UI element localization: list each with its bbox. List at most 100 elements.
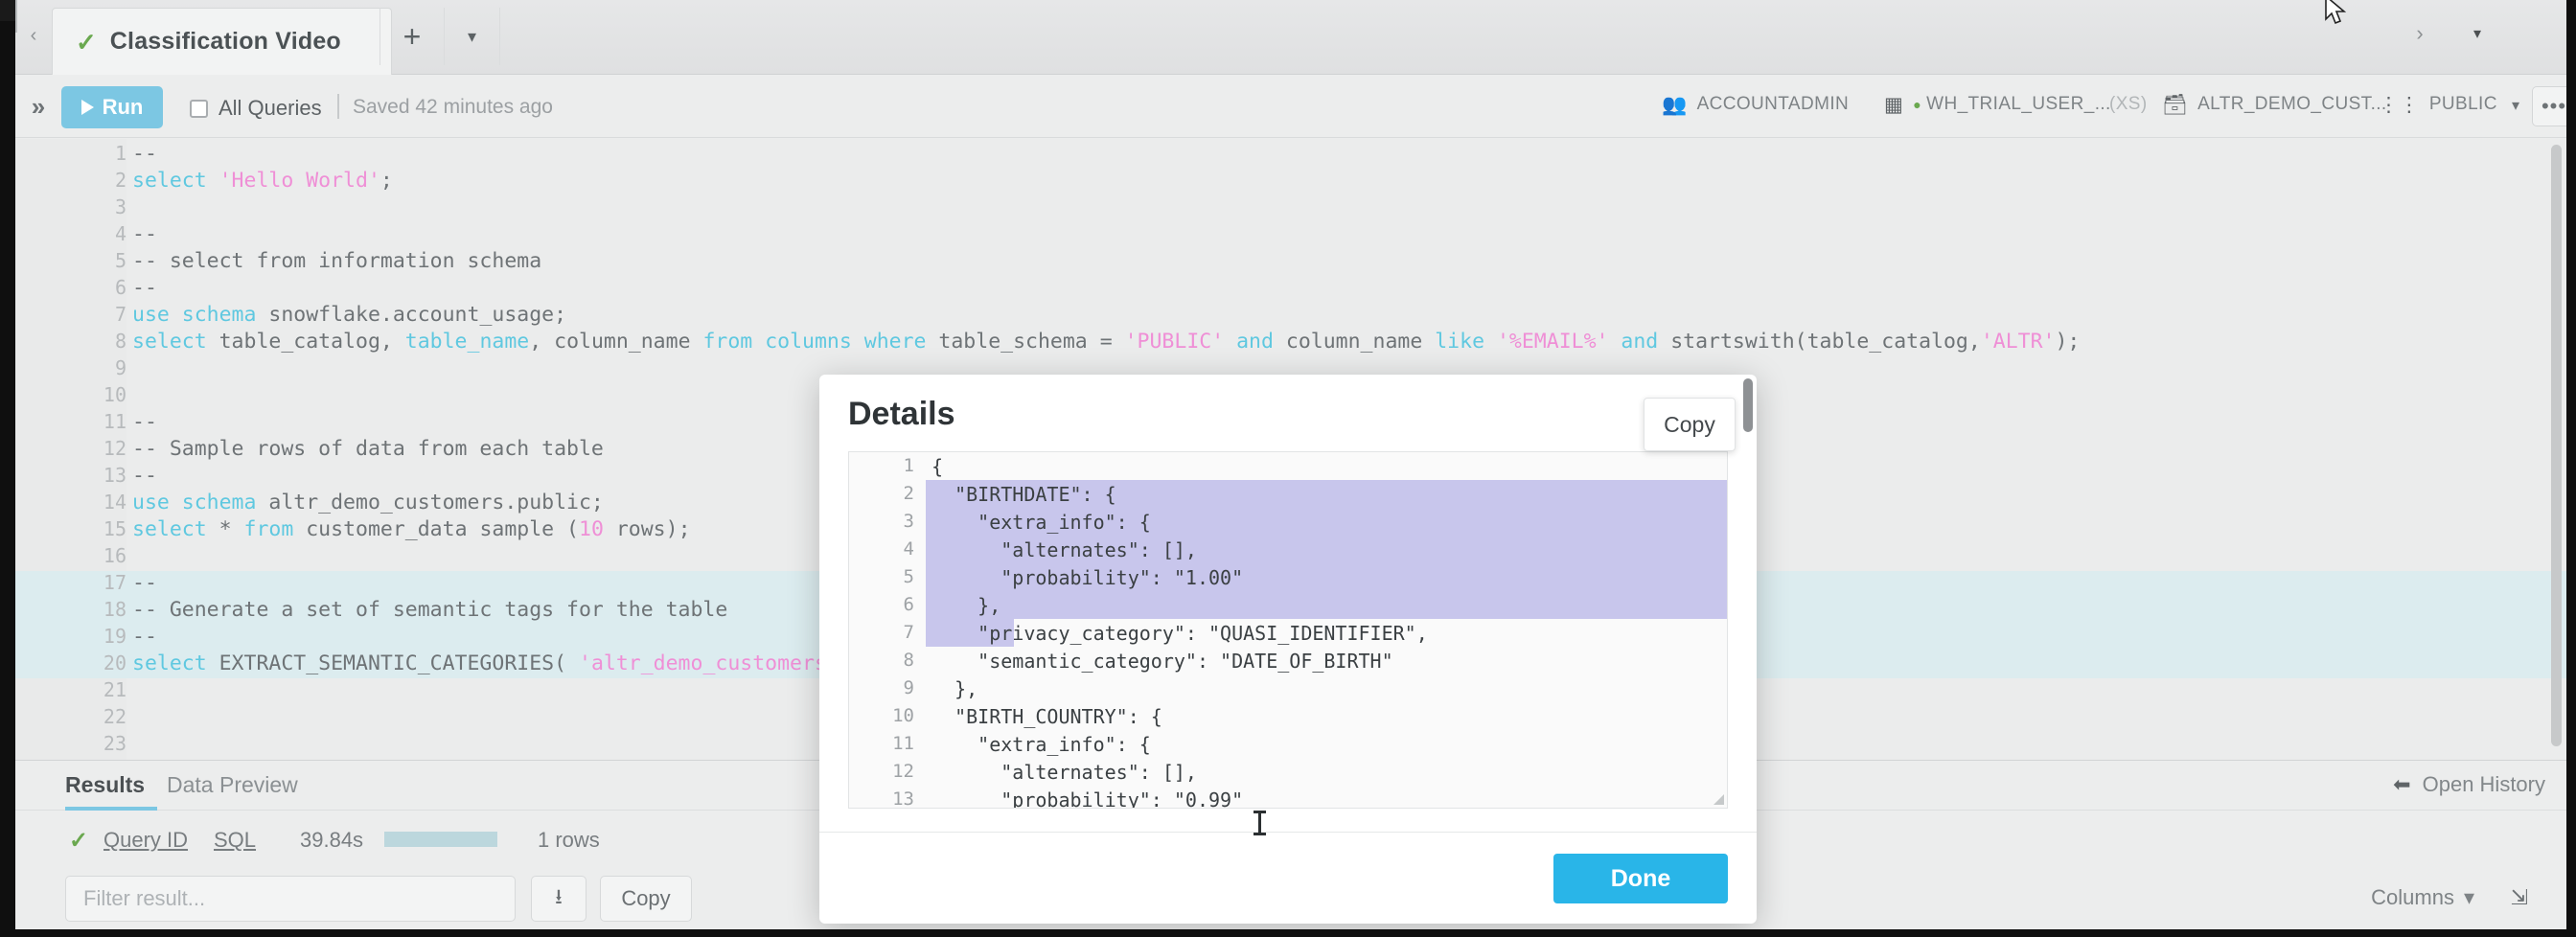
editor-line-text: -- xyxy=(132,571,157,595)
window-frame-bottom xyxy=(0,929,2576,937)
copy-results-button[interactable]: Copy xyxy=(600,876,692,922)
json-line[interactable]: 12 "alternates": [], xyxy=(849,761,1727,788)
editor-line-text: -- xyxy=(132,222,157,246)
editor-line-number: 4 xyxy=(114,222,126,245)
expand-sidebar-icon[interactable]: » xyxy=(19,88,54,125)
chevron-down-icon: ▾ xyxy=(2463,885,2474,909)
editor-line[interactable]: 5 -- select from information schema xyxy=(15,249,2566,276)
json-line-number: 2 xyxy=(903,483,914,504)
schema-selector[interactable]: ⋮⋮ PUBLIC xyxy=(2379,94,2497,115)
json-line-text: "alternates": [], xyxy=(932,761,1197,784)
mouse-cursor-icon xyxy=(2325,0,2347,25)
tab-results[interactable]: Results xyxy=(65,772,145,798)
json-line[interactable]: 7 "privacy_category": "QUASI_IDENTIFIER"… xyxy=(849,622,1727,650)
json-line[interactable]: 8 "semantic_category": "DATE_OF_BIRTH" xyxy=(849,650,1727,677)
editor-line-number: 18 xyxy=(103,598,126,621)
json-line[interactable]: 3 "extra_info": { xyxy=(849,511,1727,538)
new-tab-button[interactable]: + xyxy=(380,8,445,65)
query-id-link[interactable]: Query ID xyxy=(104,828,188,853)
database-selector[interactable]: 🗃 ALTR_DEMO_CUST... xyxy=(2162,94,2387,115)
json-line-text: }, xyxy=(932,677,978,700)
sql-link[interactable]: SQL xyxy=(214,828,256,853)
schema-label: PUBLIC xyxy=(2428,94,2497,114)
warehouse-selector[interactable]: ▦ ● WH_TRIAL_USER_... xyxy=(1884,94,2111,115)
json-line[interactable]: 9 }, xyxy=(849,677,1727,705)
editor-line-text: -- xyxy=(132,625,157,649)
duration-bar xyxy=(384,832,497,847)
editor-line[interactable]: 7 use schema snowflake.account_usage; xyxy=(15,303,2566,330)
schema-caret-icon[interactable]: ▾ xyxy=(2512,96,2519,115)
json-line-text: "BIRTHDATE": { xyxy=(932,483,1116,506)
run-button[interactable]: Run xyxy=(61,86,163,128)
json-line-text: "probability": "0.99" xyxy=(932,788,1244,809)
schema-icon: ⋮⋮ xyxy=(2379,93,2420,116)
editor-line-text: -- xyxy=(132,464,157,488)
copy-json-button[interactable]: Copy xyxy=(1644,398,1736,451)
json-line[interactable]: 10 "BIRTH_COUNTRY": { xyxy=(849,705,1727,733)
editor-line[interactable]: 8 select table_catalog, table_name, colum… xyxy=(15,330,2566,356)
editor-line[interactable]: 1 -- xyxy=(15,142,2566,169)
resize-handle-icon[interactable] xyxy=(1714,794,1724,805)
json-line[interactable]: 13 "probability": "0.99" xyxy=(849,788,1727,809)
json-line[interactable]: 4 "alternates": [], xyxy=(849,538,1727,566)
chevron-down-icon[interactable]: ▾ xyxy=(2463,17,2492,50)
editor-line[interactable]: 6 -- xyxy=(15,276,2566,303)
editor-line[interactable]: 3 xyxy=(15,195,2566,222)
chevron-right-icon[interactable]: › xyxy=(2405,17,2434,50)
editor-line-text: -- xyxy=(132,410,157,434)
done-button[interactable]: Done xyxy=(1553,854,1728,903)
editor-line-number: 22 xyxy=(103,705,126,728)
green-check-icon: ✓ xyxy=(69,827,89,854)
chevron-left-icon[interactable]: ‹ xyxy=(21,21,46,50)
json-line[interactable]: 11 "extra_info": { xyxy=(849,733,1727,761)
tab-data-preview[interactable]: Data Preview xyxy=(167,772,298,798)
columns-label: Columns xyxy=(2371,885,2454,909)
json-line-text: "extra_info": { xyxy=(932,511,1151,534)
editor-line[interactable]: 2 select 'Hello World'; xyxy=(15,169,2566,195)
window-frame-right xyxy=(2566,0,2576,937)
download-icon[interactable]: ⭳ xyxy=(531,876,586,922)
json-line-text: "alternates": [], xyxy=(932,538,1197,561)
snowsight-worksheet-app: ‹ ✓ Classification Video + ▾ › ▾ » Run A… xyxy=(0,0,2576,937)
editor-line-number: 16 xyxy=(103,544,126,567)
json-line[interactable]: 1{ xyxy=(849,455,1727,483)
editor-line-text: use schema altr_demo_customers.public; xyxy=(132,491,604,514)
json-line[interactable]: 6 }, xyxy=(849,594,1727,622)
modal-footer: Done xyxy=(819,832,1757,924)
json-line-text: "BIRTH_COUNTRY": { xyxy=(932,705,1162,728)
json-line-number: 6 xyxy=(903,594,914,615)
json-line-number: 8 xyxy=(903,650,914,671)
editor-line-text: -- select from information schema xyxy=(132,249,542,273)
json-line-number: 11 xyxy=(892,733,914,754)
database-label: ALTR_DEMO_CUST... xyxy=(2197,94,2387,114)
editor-line[interactable]: 4 -- xyxy=(15,222,2566,249)
editor-line-number: 8 xyxy=(114,330,126,353)
toolbar-divider xyxy=(337,94,339,119)
text-cursor-icon xyxy=(1254,811,1266,835)
editor-scrollbar[interactable] xyxy=(2551,145,2562,746)
filter-result-input[interactable]: Filter result... xyxy=(65,876,516,922)
all-queries-checkbox[interactable]: All Queries xyxy=(190,96,322,121)
json-scrollbar[interactable] xyxy=(1743,378,1753,432)
editor-line-number: 23 xyxy=(103,732,126,755)
editor-line-text: select table_catalog, table_name, column… xyxy=(132,330,2081,354)
open-history-button[interactable]: ⬅ Open History xyxy=(2393,772,2545,797)
json-line[interactable]: 2 "BIRTHDATE": { xyxy=(849,483,1727,511)
json-viewer[interactable]: 1{2 "BIRTHDATE": {3 "extra_info": {4 "al… xyxy=(848,451,1728,809)
json-line[interactable]: 5 "probability": "1.00" xyxy=(849,566,1727,594)
saved-status: Saved 42 minutes ago xyxy=(353,96,553,118)
json-line-number: 3 xyxy=(903,511,914,532)
all-queries-label: All Queries xyxy=(218,96,322,120)
editor-line-text: use schema snowflake.account_usage; xyxy=(132,303,567,327)
role-selector[interactable]: 👥 ACCOUNTADMIN xyxy=(1662,94,1849,115)
worksheet-toolbar: » Run All Queries Saved 42 minutes ago 👥… xyxy=(15,75,2576,138)
columns-selector[interactable]: Columns ▾ xyxy=(2371,885,2474,910)
run-button-label: Run xyxy=(102,95,144,119)
expand-results-icon[interactable]: ⇲ xyxy=(2511,885,2528,910)
worksheet-tab-classification-video[interactable]: ✓ Classification Video xyxy=(52,8,392,75)
editor-line-text: -- Generate a set of semantic tags for t… xyxy=(132,598,728,622)
editor-line-number: 19 xyxy=(103,625,126,648)
json-line-number: 13 xyxy=(892,788,914,809)
new-tab-menu-caret-icon[interactable]: ▾ xyxy=(445,8,500,65)
worksheet-tab-label: Classification Video xyxy=(109,28,341,55)
